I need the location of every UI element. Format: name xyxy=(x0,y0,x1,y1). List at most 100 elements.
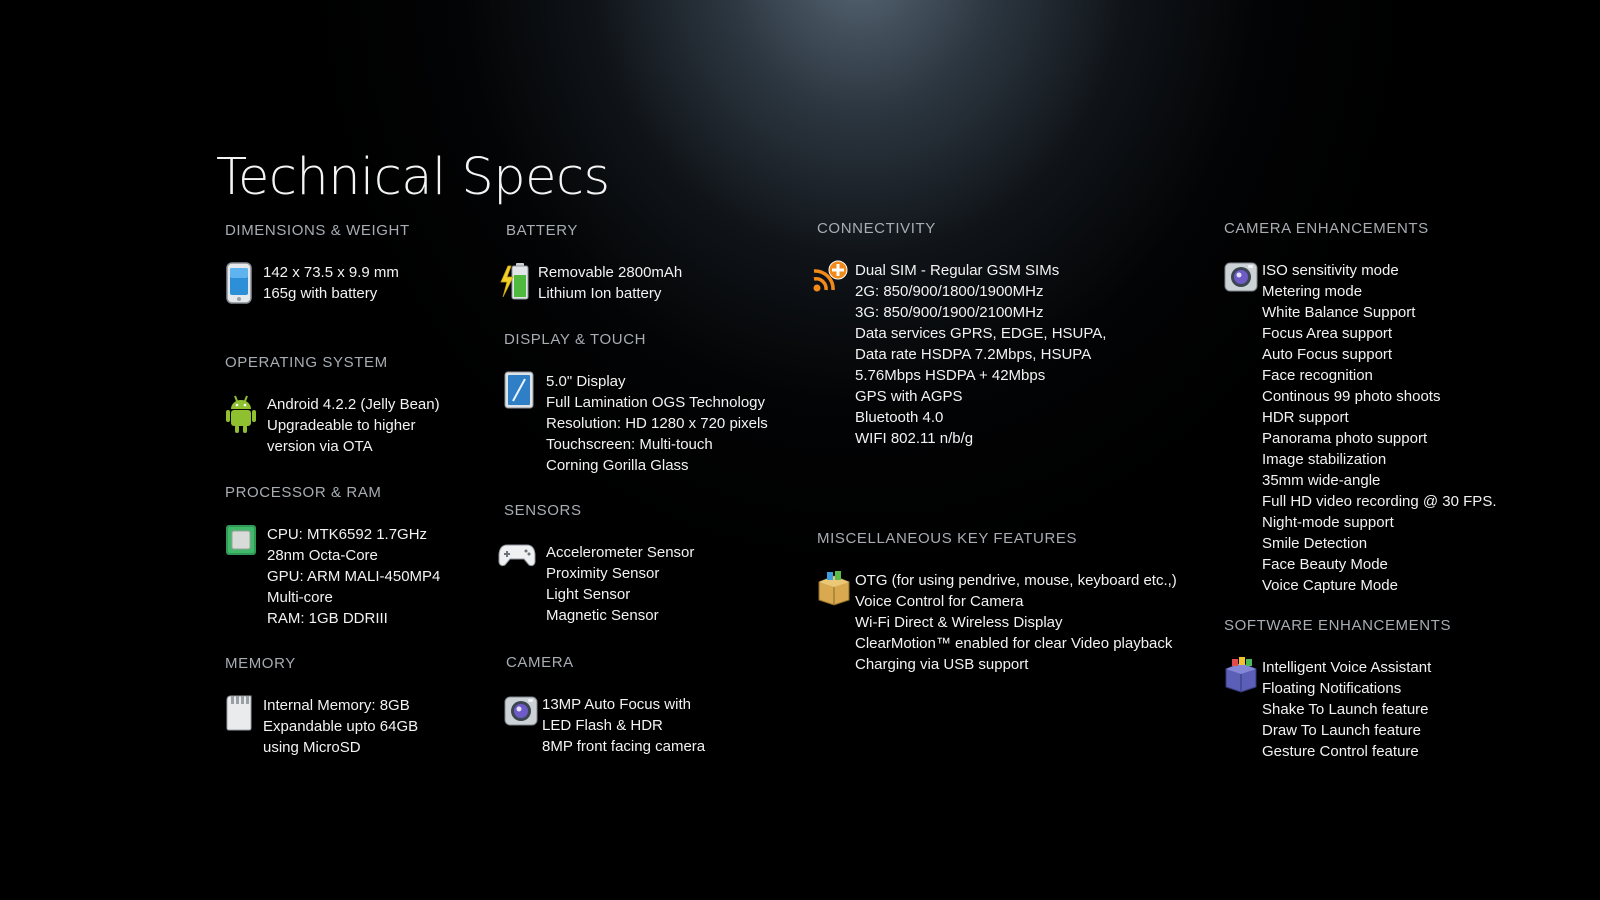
apps-box-icon xyxy=(1224,657,1262,695)
spec-line: Draw To Launch feature xyxy=(1262,722,1421,739)
spec-line: 13MP Auto Focus with xyxy=(542,696,691,713)
spec-line: Light Sensor xyxy=(546,586,631,603)
camera-icon xyxy=(504,694,542,732)
spec-line: White Balance Support xyxy=(1262,304,1416,321)
spec-lines: OTG (for using pendrive, mouse, keyboard… xyxy=(855,570,1177,675)
section-heading: OPERATING SYSTEM xyxy=(225,354,388,371)
spec-line: 165g with battery xyxy=(263,285,378,302)
spec-line: Smile Detection xyxy=(1262,535,1368,552)
section-body: Accelerometer Sensor Proximity Sensor Li… xyxy=(498,542,694,626)
section-body: Android 4.2.2 (Jelly Bean) Upgradeable t… xyxy=(225,394,440,457)
spec-line: 2G: 850/900/1800/1900MHz xyxy=(855,283,1044,300)
section-body: Internal Memory: 8GB Expandable upto 64G… xyxy=(225,695,418,758)
spec-lines: Accelerometer Sensor Proximity Sensor Li… xyxy=(546,542,694,626)
spec-line: 8MP front facing camera xyxy=(542,738,706,755)
spec-line: Full Lamination OGS Technology xyxy=(546,394,766,411)
section-memory: MEMORY Internal Memory: 8GB Expandable u… xyxy=(225,655,418,758)
spec-line: Image stabilization xyxy=(1262,451,1387,468)
section-heading: SOFTWARE ENHANCEMENTS xyxy=(1224,617,1452,634)
spec-line: Data rate HSDPA 7.2Mbps, HSUPA xyxy=(855,346,1092,363)
section-heading: DIMENSIONS & WEIGHT xyxy=(225,222,410,239)
section-heading: PROCESSOR & RAM xyxy=(225,484,382,501)
spec-line: WIFI 802.11 n/b/g xyxy=(855,430,974,447)
spec-line: Expandable upto 64GB xyxy=(263,718,419,735)
spec-line: Full HD video recording @ 30 FPS. xyxy=(1262,493,1497,510)
spec-line: Internal Memory: 8GB xyxy=(263,697,410,714)
chip-icon xyxy=(225,524,267,562)
section-operating-system: OPERATING SYSTEM Android 4.2.2 (Jelly Be… xyxy=(225,354,440,457)
spec-line: Proximity Sensor xyxy=(546,565,660,582)
spec-line: Face Beauty Mode xyxy=(1262,556,1388,573)
spec-line: Corning Gorilla Glass xyxy=(546,457,689,474)
spec-line: 5.76Mbps HSDPA + 42Mbps xyxy=(855,367,1046,384)
section-body: 142 x 73.5 x 9.9 mm 165g with battery xyxy=(225,262,410,304)
spec-lines: Internal Memory: 8GB Expandable upto 64G… xyxy=(263,695,418,758)
gamepad-icon xyxy=(498,542,546,580)
section-body: 5.0" Display Full Lamination OGS Technol… xyxy=(504,371,768,476)
section-battery: BATTERY Removable 2800mAh Lithium Ion ba… xyxy=(500,222,682,304)
spec-line: Wi-Fi Direct & Wireless Display xyxy=(855,614,1063,631)
spec-lines: Intelligent Voice Assistant Floating Not… xyxy=(1262,657,1431,762)
spec-lines: ISO sensitivity mode Metering mode White… xyxy=(1262,260,1497,596)
section-display-touch: DISPLAY & TOUCH 5.0" Display Full Lamina… xyxy=(504,331,768,476)
spec-line: LED Flash & HDR xyxy=(542,717,663,734)
spec-page: Technical Specs DIMENSIONS & WEIGHT 142 … xyxy=(0,0,1600,900)
section-heading: CAMERA xyxy=(506,654,574,671)
section-connectivity: CONNECTIVITY Dual SIM - Regular GSM SIMs… xyxy=(813,220,1106,449)
display-icon xyxy=(504,371,546,409)
spec-lines: 13MP Auto Focus with LED Flash & HDR 8MP… xyxy=(542,694,705,757)
spec-line: Touchscreen: Multi-touch xyxy=(546,436,713,453)
spec-lines: CPU: MTK6592 1.7GHz 28nm Octa-Core GPU: … xyxy=(267,524,440,629)
spec-line: Shake To Launch feature xyxy=(1262,701,1429,718)
section-dimensions: DIMENSIONS & WEIGHT 142 x 73.5 x 9.9 mm … xyxy=(225,222,410,304)
spec-line: Night-mode support xyxy=(1262,514,1394,531)
spec-line: version via OTA xyxy=(267,438,373,455)
section-body: Removable 2800mAh Lithium Ion battery xyxy=(500,262,682,304)
section-software-enhancements: SOFTWARE ENHANCEMENTS Intelligent Voice … xyxy=(1224,617,1451,762)
section-body: OTG (for using pendrive, mouse, keyboard… xyxy=(817,570,1177,675)
spec-line: Removable 2800mAh xyxy=(538,264,683,281)
spec-lines: Android 4.2.2 (Jelly Bean) Upgradeable t… xyxy=(267,394,440,457)
spec-line: ISO sensitivity mode xyxy=(1262,262,1399,279)
section-sensors: SENSORS Accelerometer Sensor Proximity S… xyxy=(498,502,694,626)
spec-line: Gesture Control feature xyxy=(1262,743,1419,760)
section-heading: MEMORY xyxy=(225,655,296,672)
spec-lines: 5.0" Display Full Lamination OGS Technol… xyxy=(546,371,768,476)
section-camera: CAMERA 13MP Auto Focus with LED Flash & … xyxy=(504,654,705,757)
spec-line: Lithium Ion battery xyxy=(538,285,662,302)
spec-line: Magnetic Sensor xyxy=(546,607,659,624)
spec-lines: Removable 2800mAh Lithium Ion battery xyxy=(538,262,682,304)
section-body: Intelligent Voice Assistant Floating Not… xyxy=(1224,657,1451,762)
spec-line: Metering mode xyxy=(1262,283,1363,300)
spec-line: using MicroSD xyxy=(263,739,361,756)
spec-line: Auto Focus support xyxy=(1262,346,1393,363)
sd-card-icon xyxy=(225,695,263,733)
section-misc-features: MISCELLANEOUS KEY FEATURES OTG (for usin… xyxy=(817,530,1177,675)
spec-line: Data services GPRS, EDGE, HSUPA, xyxy=(855,325,1107,342)
spec-line: 28nm Octa-Core xyxy=(267,547,378,564)
battery-icon xyxy=(500,262,538,300)
spec-line: Intelligent Voice Assistant xyxy=(1262,659,1432,676)
spec-line: Continous 99 photo shoots xyxy=(1262,388,1441,405)
section-heading: CONNECTIVITY xyxy=(817,220,936,237)
section-heading: DISPLAY & TOUCH xyxy=(504,331,647,348)
spec-line: OTG (for using pendrive, mouse, keyboard… xyxy=(855,572,1177,589)
spec-lines: Dual SIM - Regular GSM SIMs 2G: 850/900/… xyxy=(855,260,1106,449)
android-icon xyxy=(225,394,267,433)
section-body: CPU: MTK6592 1.7GHz 28nm Octa-Core GPU: … xyxy=(225,524,440,629)
section-heading: SENSORS xyxy=(504,502,582,519)
spec-line: 3G: 850/900/1900/2100MHz xyxy=(855,304,1044,321)
spec-line: Voice Control for Camera xyxy=(855,593,1024,610)
spec-line: Dual SIM - Regular GSM SIMs xyxy=(855,262,1060,279)
camera-icon xyxy=(1224,260,1262,298)
spec-line: Accelerometer Sensor xyxy=(546,544,695,561)
phone-icon xyxy=(225,262,263,304)
spec-line: Bluetooth 4.0 xyxy=(855,409,944,426)
section-processor-ram: PROCESSOR & RAM CPU: MTK6592 1.7GHz 28nm… xyxy=(225,484,440,629)
spec-line: GPS with AGPS xyxy=(855,388,963,405)
spec-line: RAM: 1GB DDRIII xyxy=(267,610,388,627)
spec-line: 5.0" Display xyxy=(546,373,626,390)
wifi-icon xyxy=(811,260,855,298)
spec-line: Panorama photo support xyxy=(1262,430,1428,447)
section-heading: BATTERY xyxy=(506,222,578,239)
